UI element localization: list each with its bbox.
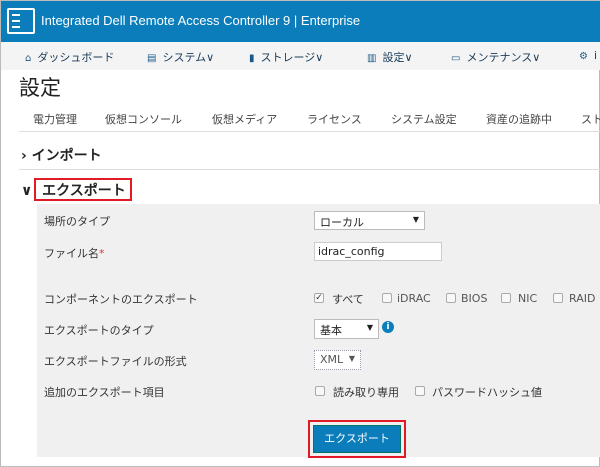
import-label: インポート (31, 148, 102, 164)
nav-system[interactable]: ▤ システム∨ (147, 49, 214, 65)
app-title: Integrated Dell Remote Access Controller… (41, 13, 361, 28)
checkbox-label: 読み取り専用 (333, 386, 399, 399)
nav-dashboard[interactable]: ⌂ ダッシュボード (25, 49, 114, 65)
tab-virtual-console[interactable]: 仮想コンソール (105, 111, 182, 127)
tab-power[interactable]: 電力管理 (33, 111, 77, 127)
checkbox-nic[interactable] (501, 293, 511, 303)
tab-asset-tracking[interactable]: 資産の追跡中 (486, 111, 552, 127)
database-icon: ▮ (249, 53, 255, 64)
home-icon: ⌂ (25, 53, 32, 64)
checkbox-raid[interactable] (553, 293, 563, 303)
highlight-box (308, 420, 406, 458)
edition-label: Enterprise (300, 13, 361, 28)
dropdown-arrow-icon: ▼ (348, 354, 355, 363)
divider (19, 131, 600, 132)
export-type-select[interactable]: 基本 ▼ (314, 319, 379, 339)
components-label: コンポーネントのエクスポート (44, 293, 198, 306)
gears-icon: ⚙ (579, 51, 588, 62)
location-type-label: 場所のタイプ (44, 215, 110, 228)
checkbox-label: BIOS (461, 292, 488, 305)
settings-grid-icon: ▥ (367, 53, 377, 64)
dropdown-arrow-icon: ▼ (366, 323, 373, 332)
filename-input[interactable]: idrac_config (314, 242, 442, 261)
checkbox-label: iDRAC (397, 292, 431, 305)
tab-license[interactable]: ライセンス (307, 111, 362, 127)
tab-virtual-media[interactable]: 仮想メディア (212, 111, 277, 127)
tab-storage[interactable]: スト (581, 111, 600, 127)
checkbox-password-hash[interactable] (415, 386, 425, 396)
export-format-select[interactable]: XML ▼ (314, 350, 361, 370)
checkbox-label: RAID (569, 292, 596, 305)
chevron-down-icon: ∨ (21, 183, 33, 199)
page-title: 設定 (19, 76, 61, 100)
location-type-select[interactable]: ローカル ▼ (314, 211, 425, 230)
monitor-icon: ▭ (451, 53, 461, 64)
checkbox-label: NIC (518, 292, 538, 305)
chevron-right-icon: › (21, 148, 27, 164)
tab-system-settings[interactable]: システム設定 (391, 111, 457, 127)
divider (19, 169, 600, 170)
nav-storage[interactable]: ▮ ストレージ∨ (249, 49, 323, 65)
nav-more[interactable]: ⚙ i (579, 49, 597, 62)
filename-label: ファイル名* (44, 247, 105, 260)
checkbox-idrac[interactable] (382, 293, 392, 303)
checkbox-label: パスワードハッシュ値 (432, 386, 542, 399)
nav-maintenance[interactable]: ▭ メンテナンス∨ (451, 49, 540, 65)
export-format-label: エクスポートファイルの形式 (44, 355, 187, 368)
main-nav: ⌂ ダッシュボード ▤ システム∨ ▮ ストレージ∨ ▥ 設定∨ ▭ メンテナンス∨ ⚙ i (1, 42, 600, 70)
idrac-logo-icon (7, 8, 35, 34)
highlight-box (34, 178, 132, 201)
export-type-label: エクスポートのタイプ (44, 324, 154, 337)
info-icon[interactable]: i (382, 321, 394, 333)
checkbox-read-only[interactable] (315, 386, 325, 396)
app-header: Integrated Dell Remote Access Controller… (1, 1, 600, 42)
checkbox-bios[interactable] (446, 293, 456, 303)
server-icon: ▤ (147, 53, 157, 64)
extra-items-label: 追加のエクスポート項目 (44, 386, 165, 399)
checkbox-all[interactable]: ✓ (314, 293, 324, 303)
nav-settings[interactable]: ▥ 設定∨ (367, 49, 413, 65)
dropdown-arrow-icon: ▼ (412, 215, 419, 224)
import-section-toggle[interactable]: › インポート (21, 145, 102, 165)
checkbox-label: すべて (332, 293, 364, 306)
